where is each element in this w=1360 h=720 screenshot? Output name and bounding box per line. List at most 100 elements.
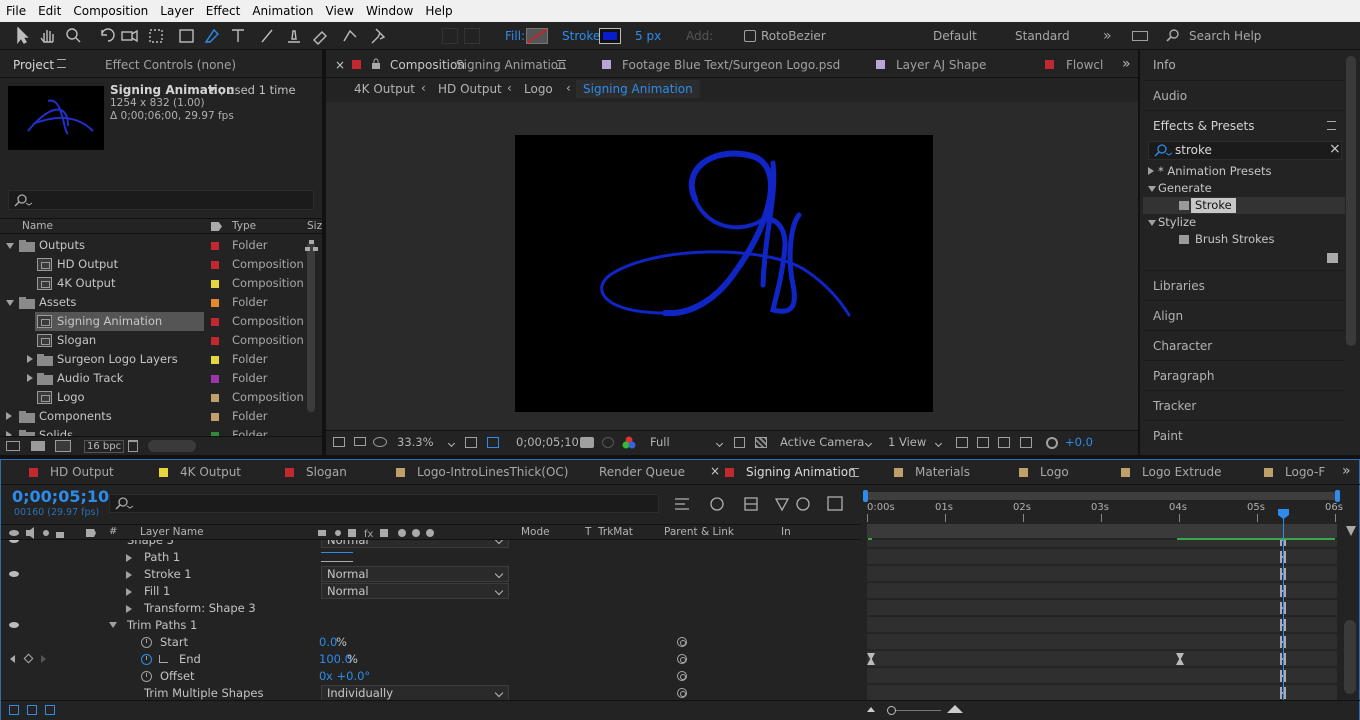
col-name[interactable]: Name xyxy=(22,220,53,232)
mask-visibility-icon[interactable] xyxy=(373,437,387,447)
breadcrumb-signing-animation[interactable]: Signing Animation xyxy=(576,80,700,98)
pick-whip-icon[interactable] xyxy=(677,688,687,698)
effects-tree-item[interactable]: Stylize xyxy=(1143,214,1345,231)
add-keyframe-icon[interactable] xyxy=(23,653,34,664)
project-item[interactable]: Components Folder xyxy=(0,407,305,426)
effects-tree-item[interactable]: Generate xyxy=(1143,180,1345,197)
timeline-scrollbar[interactable] xyxy=(1344,620,1356,694)
menu-layer[interactable]: Layer xyxy=(154,0,199,22)
blend-mode-dropdown[interactable]: Individually xyxy=(321,685,509,700)
project-item[interactable]: Assets Folder xyxy=(0,293,305,312)
tab-composition-prefix[interactable]: Composition xyxy=(390,52,465,78)
project-item[interactable]: Solids Folder xyxy=(0,426,305,436)
project-item[interactable]: Audio Track Folder xyxy=(0,369,305,388)
pick-whip-icon[interactable] xyxy=(677,671,687,681)
new-folder-icon[interactable] xyxy=(31,441,45,451)
blend-mode-dropdown[interactable]: Normal xyxy=(321,566,509,582)
panel-align[interactable]: Align xyxy=(1143,300,1345,330)
thumb-dropdown-icon[interactable] xyxy=(208,87,216,92)
disclosure-closed-icon[interactable] xyxy=(6,412,12,420)
viewer-tabs-overflow-icon[interactable]: » xyxy=(1122,56,1131,72)
timeline-track[interactable] xyxy=(867,617,1337,633)
timeline-tab[interactable]: Logo xyxy=(1040,465,1069,479)
timeline-track[interactable] xyxy=(867,634,1337,650)
menu-help[interactable]: Help xyxy=(419,0,458,22)
breadcrumb-logo[interactable]: Logo xyxy=(524,82,553,96)
visibility-eye-icon[interactable] xyxy=(9,571,19,577)
disclosure-closed-icon[interactable] xyxy=(126,605,132,613)
col-t[interactable]: T xyxy=(585,526,591,538)
project-item[interactable]: Slogan Composition xyxy=(0,331,305,350)
timeline-row[interactable]: Path 1 xyxy=(1,549,1360,566)
work-area-end-handle[interactable] xyxy=(1335,490,1340,502)
trash-icon[interactable] xyxy=(128,440,138,452)
col-type[interactable]: Type xyxy=(232,220,256,232)
splitter-vertical[interactable] xyxy=(1138,50,1140,457)
tab-project[interactable]: Project xyxy=(13,52,54,78)
checkerboard-icon[interactable] xyxy=(755,437,767,448)
camera-value[interactable]: Active Camera xyxy=(780,435,864,449)
label-color-swatch[interactable] xyxy=(211,318,219,326)
effects-search-input[interactable]: stroke × xyxy=(1148,141,1342,160)
layer-switches-icon[interactable] xyxy=(9,705,19,715)
col-parent[interactable]: Parent & Link xyxy=(664,526,734,538)
timeline-tab[interactable]: HD Output xyxy=(50,465,114,479)
label-color-swatch[interactable] xyxy=(211,413,219,421)
timeline-track[interactable] xyxy=(867,600,1337,616)
playhead-line[interactable] xyxy=(1283,510,1284,700)
close-tab-icon[interactable]: × xyxy=(710,464,720,478)
flowchart-view-icon[interactable] xyxy=(1020,437,1032,448)
region-of-interest-icon[interactable] xyxy=(734,437,745,448)
timeline-track[interactable] xyxy=(867,566,1337,582)
timeline-row[interactable]: Fill 1 Normal xyxy=(1,583,1360,600)
timeline-search-input[interactable] xyxy=(109,494,659,513)
effects-menu-icon[interactable] xyxy=(1327,121,1336,130)
project-scroll-thumb[interactable] xyxy=(307,242,315,412)
breadcrumb-hd-output[interactable]: HD Output xyxy=(438,82,502,96)
clear-search-icon[interactable]: × xyxy=(1329,141,1341,157)
timeline-tab[interactable]: Render Queue xyxy=(599,465,685,479)
zoom-value[interactable]: 33.3% xyxy=(397,435,434,449)
show-snapshot-icon[interactable] xyxy=(602,437,614,448)
disclosure-open-icon[interactable] xyxy=(109,622,117,628)
zoom-in-icon[interactable] xyxy=(947,705,963,713)
disclosure-open-icon[interactable] xyxy=(6,243,14,249)
label-color-swatch[interactable] xyxy=(211,394,219,402)
zoom-slider-thumb[interactable] xyxy=(887,706,896,715)
panel-character[interactable]: Character xyxy=(1143,330,1345,360)
workspace-overflow-icon[interactable]: » xyxy=(1103,22,1112,50)
timeline-row[interactable]: Trim Multiple Shapes Individually xyxy=(1,685,1360,700)
zoom-dropdown-icon[interactable] xyxy=(447,439,456,448)
timeline-tab[interactable]: 4K Output xyxy=(180,465,241,479)
camera-dropdown-icon[interactable] xyxy=(864,439,873,448)
time-ruler[interactable]: 0:00s 01s 02s 03s 04s 05s 06s xyxy=(863,502,1343,522)
disclosure-open-icon[interactable] xyxy=(1148,220,1156,226)
tab-footage[interactable]: Footage Blue Text/Surgeon Logo.psd xyxy=(622,52,840,78)
timeline-switch-icons[interactable] xyxy=(673,495,853,513)
thumbnail-size-slider[interactable] xyxy=(148,440,196,452)
timeline-track[interactable] xyxy=(867,685,1337,700)
timeline-tab[interactable]: Logo-IntroLinesThick(OC) xyxy=(417,465,568,479)
composition-frame[interactable] xyxy=(515,135,933,412)
disclosure-open-icon[interactable] xyxy=(1148,186,1156,192)
panel-effects-presets-title[interactable]: Effects & Presets xyxy=(1143,110,1345,140)
menu-effect[interactable]: Effect xyxy=(200,0,247,22)
transparency-grid-icon[interactable] xyxy=(487,437,499,448)
stopwatch-icon[interactable] xyxy=(141,671,152,682)
timeline-row[interactable]: End 100.0% xyxy=(1,651,1360,668)
disclosure-closed-icon[interactable] xyxy=(1148,167,1154,175)
lock-icon[interactable] xyxy=(371,58,381,70)
display-icon[interactable] xyxy=(354,437,366,446)
timeline-tab[interactable]: Logo-F xyxy=(1285,465,1325,479)
panel-info[interactable]: Info xyxy=(1143,50,1345,80)
fill-swatch[interactable] xyxy=(526,28,548,44)
snapping-box-icon[interactable] xyxy=(464,28,480,44)
exposure-value[interactable]: +0.0 xyxy=(1065,435,1093,449)
breadcrumb-4k-output[interactable]: 4K Output xyxy=(354,82,415,96)
col-mode[interactable]: Mode xyxy=(521,526,550,538)
bit-depth-button[interactable]: 16 bpc xyxy=(84,440,125,453)
stroke-swatch[interactable] xyxy=(599,28,621,44)
effects-tree-item[interactable]: * Animation Presets xyxy=(1143,163,1345,180)
menu-file[interactable]: File xyxy=(0,0,32,22)
timeline-row[interactable]: Trim Paths 1 xyxy=(1,617,1360,634)
